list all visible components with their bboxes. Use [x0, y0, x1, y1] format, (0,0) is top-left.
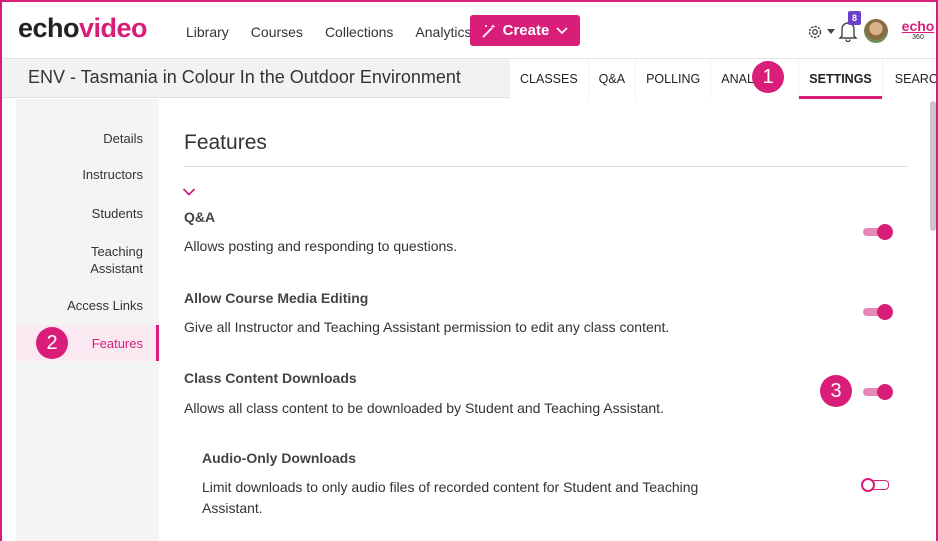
magic-wand-icon — [482, 23, 496, 38]
top-navbar: echovideo Library Courses Collections An… — [2, 2, 936, 58]
feature-title-qa: Q&A — [184, 209, 216, 225]
caret-down-icon — [827, 29, 835, 34]
step-marker-3: 3 — [820, 375, 852, 407]
page-title: Features — [184, 131, 267, 154]
tab-polling[interactable]: POLLING — [636, 59, 712, 99]
nav-library[interactable]: Library — [186, 24, 229, 40]
sidebar-item-access-links[interactable]: Access Links — [67, 297, 143, 314]
nav-analytics[interactable]: Analytics — [415, 24, 471, 40]
sidebar-item-features[interactable]: Features — [92, 335, 143, 352]
features-panel: Features Q&A Allows posting and respondi… — [160, 99, 922, 541]
app-frame: echovideo Library Courses Collections An… — [0, 0, 938, 541]
sidebar-item-teaching-assistant[interactable]: Teaching Assistant — [90, 243, 143, 277]
tab-search[interactable]: SEARCH — [882, 59, 936, 99]
create-button[interactable]: Create — [470, 15, 580, 46]
tab-qa[interactable]: Q&A — [588, 59, 637, 99]
settings-menu[interactable] — [806, 22, 836, 42]
nav-collections[interactable]: Collections — [325, 24, 393, 40]
echovideo-logo[interactable]: echovideo — [18, 13, 148, 44]
sidebar-item-students[interactable]: Students — [92, 205, 143, 222]
tab-classes[interactable]: CLASSES — [510, 59, 589, 99]
notification-badge: 8 — [848, 11, 861, 25]
chevron-down-icon — [556, 26, 568, 34]
course-tabs: CLASSES Q&A POLLING ANALYT SETTINGS SEAR… — [510, 59, 936, 99]
feature-title-content-downloads: Class Content Downloads — [184, 370, 357, 386]
main-nav: Library Courses Collections Analytics — [186, 24, 471, 40]
feature-title-audio-only: Audio-Only Downloads — [202, 450, 356, 466]
feature-desc-qa: Allows posting and responding to questio… — [184, 238, 458, 254]
nav-courses[interactable]: Courses — [251, 24, 303, 40]
sidebar-item-details[interactable]: Details — [103, 130, 143, 147]
toggle-content-downloads[interactable] — [861, 383, 893, 401]
feature-desc-content-downloads: Allows all class content to be downloade… — [184, 400, 664, 416]
course-title: ENV - Tasmania in Colour In the Outdoor … — [28, 67, 461, 87]
create-label: Create — [502, 22, 550, 39]
course-header: ENV - Tasmania in Colour In the Outdoor … — [2, 58, 936, 99]
step-marker-1: 1 — [752, 61, 784, 93]
echo360-logo[interactable]: echo 360 — [900, 19, 936, 41]
step-marker-2: 2 — [36, 327, 68, 359]
chevron-down-icon[interactable] — [182, 187, 196, 197]
sidebar-item-instructors[interactable]: Instructors — [82, 166, 143, 183]
feature-desc-media-editing: Give all Instructor and Teaching Assista… — [184, 319, 670, 335]
vertical-scrollbar[interactable] — [930, 101, 936, 231]
settings-sidebar: Details Instructors Students Teaching As… — [16, 99, 159, 541]
toggle-media-editing[interactable] — [861, 303, 893, 321]
toggle-qa[interactable] — [861, 223, 893, 241]
tab-settings[interactable]: SETTINGS — [799, 59, 883, 99]
gear-icon — [808, 25, 822, 39]
toggle-audio-only[interactable] — [861, 476, 893, 494]
feature-desc-audio-only: Limit downloads to only audio files of r… — [202, 479, 699, 516]
feature-title-media-editing: Allow Course Media Editing — [184, 290, 369, 306]
user-avatar[interactable] — [864, 19, 888, 43]
title-divider — [184, 166, 908, 167]
